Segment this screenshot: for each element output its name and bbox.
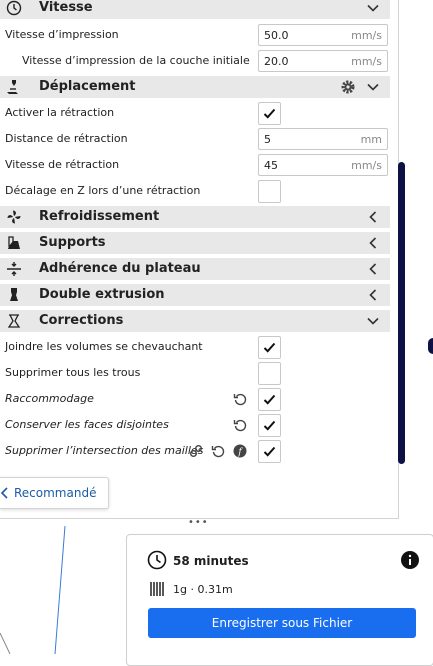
setting-row: Vitesse de rétraction 45 mm/s bbox=[0, 152, 392, 178]
field-value: 5 bbox=[264, 133, 271, 146]
category-corrections[interactable]: Corrections bbox=[0, 310, 390, 332]
setting-row: Joindre les volumes se chevauchant bbox=[0, 334, 392, 360]
support-icon bbox=[8, 236, 20, 249]
setting-row: Supprimer l’intersection des mailles f bbox=[0, 438, 392, 464]
check-icon bbox=[263, 420, 276, 431]
check-icon bbox=[263, 342, 276, 353]
setting-row: Supprimer tous les trous bbox=[0, 360, 392, 386]
chevron-down-icon[interactable] bbox=[366, 314, 380, 328]
category-label: Adhérence du plateau bbox=[39, 261, 201, 276]
setting-label: Distance de rétraction bbox=[5, 132, 128, 145]
category-double-extrusion[interactable]: Double extrusion bbox=[0, 284, 390, 306]
resize-handle[interactable]: ••• bbox=[188, 517, 209, 528]
field-unit: mm/s bbox=[351, 29, 382, 42]
print-settings-panel: Vitesse Vitesse d’impression 50.0 mm/s Vi… bbox=[0, 0, 399, 519]
setting-row: Vitesse d’impression de la couche initia… bbox=[0, 48, 392, 74]
check-icon bbox=[263, 108, 276, 119]
filament-icon bbox=[150, 582, 164, 596]
retraction-distance-field[interactable]: 5 mm bbox=[258, 128, 388, 150]
category-label: Corrections bbox=[39, 313, 124, 328]
keep-disconnected-faces-checkbox[interactable] bbox=[258, 414, 281, 437]
setting-label: Joindre les volumes se chevauchant bbox=[5, 340, 203, 353]
field-unit: mm bbox=[360, 133, 382, 146]
field-value: 45 bbox=[264, 159, 278, 172]
category-supports[interactable]: Supports bbox=[0, 232, 390, 254]
category-label: Déplacement bbox=[39, 79, 136, 94]
clock-icon bbox=[147, 550, 167, 570]
chevron-down-icon[interactable] bbox=[366, 1, 380, 15]
function-icon[interactable]: f bbox=[233, 444, 247, 458]
travel-icon bbox=[7, 80, 18, 94]
build-plate-lines bbox=[0, 525, 66, 654]
print-time: 58 minutes bbox=[173, 554, 249, 568]
z-hop-checkbox[interactable] bbox=[258, 180, 281, 203]
chevron-left-icon[interactable] bbox=[366, 236, 380, 250]
category-adherence[interactable]: Adhérence du plateau bbox=[0, 258, 390, 280]
setting-row: Activer la rétraction bbox=[0, 100, 392, 126]
setting-label: Décalage en Z lors d’une rétraction bbox=[5, 184, 201, 197]
chevron-left-icon bbox=[0, 487, 8, 499]
fan-icon bbox=[7, 210, 21, 224]
link-icon[interactable] bbox=[189, 444, 203, 458]
setting-label: Vitesse d’impression bbox=[5, 28, 119, 41]
reset-icon[interactable] bbox=[211, 444, 225, 458]
setting-label: Supprimer l’intersection des mailles bbox=[5, 444, 204, 457]
setting-label: Activer la rétraction bbox=[5, 106, 115, 119]
field-value: 20.0 bbox=[264, 55, 289, 68]
setting-label: Raccommodage bbox=[5, 392, 94, 405]
scrollbar[interactable] bbox=[398, 162, 405, 464]
setting-row: Vitesse d’impression 50.0 mm/s bbox=[0, 22, 392, 48]
setting-label: Conserver les faces disjointes bbox=[5, 418, 169, 431]
info-icon[interactable] bbox=[401, 551, 419, 569]
setting-row: Raccommodage bbox=[0, 386, 392, 412]
retraction-speed-field[interactable]: 45 mm/s bbox=[258, 154, 388, 176]
recommended-button[interactable]: Recommandé bbox=[0, 477, 109, 509]
panel-handle[interactable] bbox=[428, 338, 433, 354]
corrections-icon bbox=[7, 314, 21, 328]
setting-label: Vitesse de rétraction bbox=[5, 158, 120, 171]
union-volumes-checkbox[interactable] bbox=[258, 336, 281, 359]
category-label: Vitesse bbox=[39, 0, 93, 15]
remove-holes-checkbox[interactable] bbox=[258, 362, 281, 385]
field-value: 50.0 bbox=[264, 29, 289, 42]
setting-label: Supprimer tous les trous bbox=[5, 366, 141, 379]
setting-row: Distance de rétraction 5 mm bbox=[0, 126, 392, 152]
setting-row: Conserver les faces disjointes bbox=[0, 412, 392, 438]
category-deplacement[interactable]: Déplacement bbox=[0, 76, 390, 98]
dual-extrusion-icon bbox=[10, 288, 18, 301]
initial-layer-speed-field[interactable]: 20.0 mm/s bbox=[258, 50, 388, 72]
category-label: Double extrusion bbox=[39, 287, 165, 302]
remove-mesh-intersection-checkbox[interactable] bbox=[258, 440, 281, 463]
setting-row: Décalage en Z lors d’une rétraction bbox=[0, 178, 392, 204]
stitching-checkbox[interactable] bbox=[258, 388, 281, 411]
material-usage: 1g · 0.31m bbox=[173, 583, 233, 596]
field-unit: mm/s bbox=[351, 159, 382, 172]
adhesion-icon bbox=[7, 262, 21, 276]
check-icon bbox=[263, 446, 276, 457]
clock-icon bbox=[6, 0, 22, 16]
check-icon bbox=[263, 394, 276, 405]
retraction-checkbox[interactable] bbox=[258, 102, 281, 125]
chevron-down-icon[interactable] bbox=[366, 80, 380, 94]
recommended-label: Recommandé bbox=[14, 486, 97, 500]
reset-icon[interactable] bbox=[233, 418, 247, 432]
category-vitesse[interactable]: Vitesse bbox=[0, 0, 390, 19]
setting-label: Vitesse d’impression de la couche initia… bbox=[22, 54, 250, 67]
chevron-left-icon[interactable] bbox=[366, 262, 380, 276]
chevron-left-icon[interactable] bbox=[366, 210, 380, 224]
print-speed-field[interactable]: 50.0 mm/s bbox=[258, 24, 388, 46]
chevron-left-icon[interactable] bbox=[366, 288, 380, 302]
save-to-file-button[interactable]: Enregistrer sous Fichier bbox=[148, 608, 416, 638]
category-refroidissement[interactable]: Refroidissement bbox=[0, 206, 390, 228]
print-summary-panel: 58 minutes 1g · 0.31m Enregistrer sous F… bbox=[126, 534, 433, 666]
category-label: Refroidissement bbox=[39, 209, 160, 224]
gear-icon[interactable] bbox=[340, 79, 356, 95]
field-unit: mm/s bbox=[351, 55, 382, 68]
category-label: Supports bbox=[39, 235, 106, 250]
reset-icon[interactable] bbox=[233, 392, 247, 406]
